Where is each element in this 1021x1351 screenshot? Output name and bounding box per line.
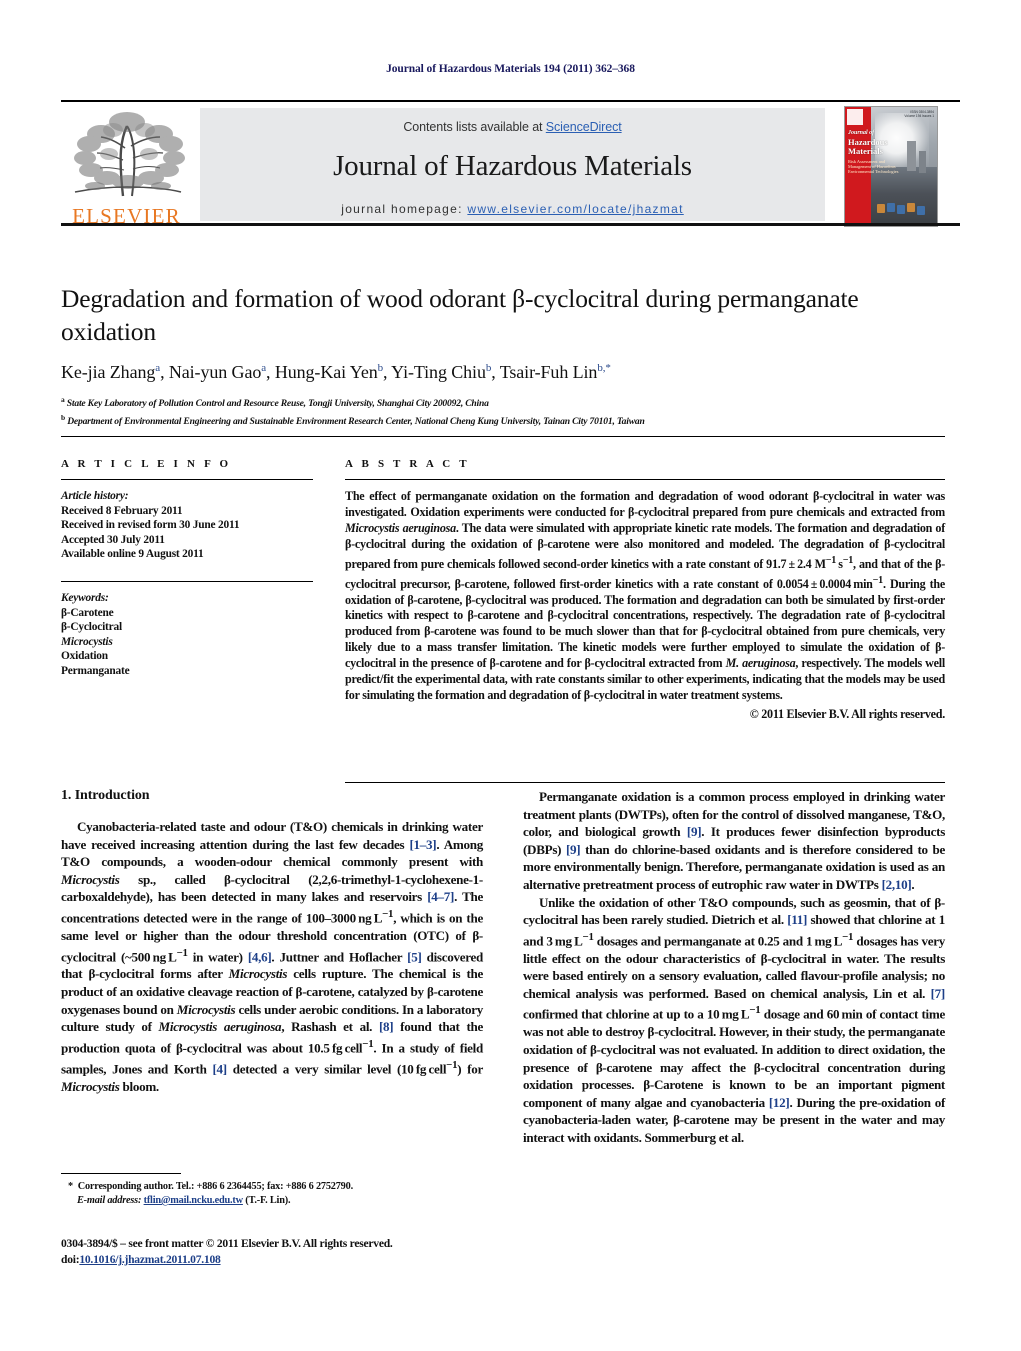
doi-label: doi:: [61, 1253, 80, 1266]
abstract-heading: A B S T R A C T: [345, 458, 470, 470]
history-item: Received 8 February 2011: [61, 504, 183, 517]
keywords-label: Keywords:: [61, 591, 109, 604]
elsevier-tree-icon: [74, 112, 185, 197]
cover-elsevier-mark-icon: [847, 109, 863, 125]
abstract-rule: [345, 479, 945, 480]
elsevier-logo: ELSEVIER: [61, 108, 192, 228]
title-section-divider: [61, 436, 945, 437]
corresponding-author-footnote: * Corresponding author. Tel.: +886 6 236…: [61, 1173, 483, 1208]
doi-link[interactable]: 10.1016/j.jhazmat.2011.07.108: [79, 1253, 220, 1266]
email-link[interactable]: tflin@mail.ncku.edu.tw: [144, 1195, 243, 1206]
article-history-label: Article history:: [61, 490, 129, 502]
footnote-text: * Corresponding author. Tel.: +886 6 236…: [61, 1180, 483, 1208]
cover-drum: [877, 204, 885, 213]
front-matter-line: 0304-3894/$ – see front matter © 2011 El…: [61, 1237, 393, 1250]
affiliation-b: b Department of Environmental Engineerin…: [61, 411, 945, 429]
affiliation-mark-a: a: [61, 395, 65, 404]
history-item: Accepted 30 July 2011: [61, 533, 165, 546]
section-heading-introduction: 1. Introduction: [61, 788, 150, 803]
running-head: Journal of Hazardous Materials 194 (2011…: [386, 63, 635, 75]
abstract-bottom-rule: [345, 782, 945, 783]
page-title: Degradation and formation of wood odoran…: [61, 284, 859, 346]
article-info-heading: A R T I C L E I N F O: [61, 458, 232, 470]
affiliation-b-text: Department of Environmental Engineering …: [67, 415, 645, 427]
front-matter-footer: 0304-3894/$ – see front matter © 2011 El…: [61, 1236, 521, 1268]
masthead-top-rule: [61, 100, 960, 102]
history-item: Received in revised form 30 June 2011: [61, 519, 240, 532]
keyword-list: Keywords: β-Carotene β-Cyclocitral Micro…: [61, 591, 313, 679]
journal-masthead: ELSEVIER Contents lists available at Sci…: [61, 100, 960, 228]
doi-line: doi:10.1016/j.jhazmat.2011.07.108: [61, 1252, 521, 1268]
affiliation-a-text: State Key Laboratory of Pollution Contro…: [66, 398, 489, 410]
sciencedirect-link[interactable]: ScienceDirect: [546, 120, 622, 134]
abstract-column: A B S T R A C T The effect of permangana…: [345, 458, 945, 722]
homepage-prefix: journal homepage:: [341, 202, 468, 216]
article-info-rule: [61, 479, 313, 480]
article-history: Article history: Received 8 February 201…: [61, 489, 313, 562]
copyright-line: © 2011 Elsevier B.V. All rights reserved…: [749, 706, 946, 721]
keywords-rule: [61, 580, 313, 582]
cover-drum: [897, 205, 905, 214]
paper-page: Journal of Hazardous Materials 194 (2011…: [0, 0, 1021, 1351]
affiliation-mark-b: b: [61, 412, 65, 422]
keyword-item: β-Cyclocitral: [61, 621, 122, 634]
body-paragraph: Cyanobacteria-related taste and odour (T…: [61, 819, 484, 1094]
keyword-item: β-Carotene: [61, 606, 114, 619]
author-list: Ke-jia Zhanga, Nai-yun Gaoa, Hung-Kai Ye…: [61, 362, 611, 382]
article-info-column: A R T I C L E I N F O Article history: R…: [61, 458, 313, 679]
journal-homepage-line: journal homepage: www.elsevier.com/locat…: [200, 202, 825, 216]
keyword-item: Oxidation: [61, 650, 108, 663]
journal-title: Journal of Hazardous Materials: [333, 150, 692, 182]
affiliation-a: a State Key Laboratory of Pollution Cont…: [61, 393, 945, 411]
body-column-right: Permanganate oxidation is a common proce…: [523, 788, 945, 1147]
affiliation-list: a State Key Laboratory of Pollution Cont…: [61, 393, 945, 428]
contents-prefix: Contents lists available at: [403, 120, 546, 134]
body-paragraph: Unlike the oxidation of other T&O compou…: [523, 894, 945, 1145]
article-title-block: Degradation and formation of wood odoran…: [61, 282, 945, 428]
cover-subtitle: Risk Assessment and Management of Hazard…: [848, 159, 899, 174]
keyword-item: Microcystis: [61, 635, 113, 648]
history-item: Available online 9 August 2011: [61, 548, 204, 561]
footnote-rule: [61, 1173, 181, 1174]
body-paragraph: Permanganate oxidation is a common proce…: [523, 789, 945, 892]
contents-available-line: Contents lists available at ScienceDirec…: [200, 120, 825, 134]
corresponding-author-line: * Corresponding author. Tel.: +886 6 236…: [68, 1181, 353, 1192]
email-suffix: (T.-F. Lin).: [245, 1195, 291, 1206]
sciencedirect-band: Contents lists available at ScienceDirec…: [200, 108, 825, 221]
cover-issue-info: ISSN 0304-3894 Volume 194 Issues 1: [904, 110, 934, 118]
body-column-left: 1. Introduction Cyanobacteria-related ta…: [61, 788, 483, 1095]
cover-drum: [887, 203, 895, 212]
journal-homepage-link[interactable]: www.elsevier.com/locate/jhazmat: [467, 202, 683, 216]
cover-title-line3: Materials: [848, 146, 883, 156]
keyword-item: Permanganate: [61, 664, 130, 677]
cover-drum: [917, 206, 925, 215]
cover-title: Journal of Hazardous Materials: [848, 129, 922, 156]
masthead-bottom-rule: [61, 223, 960, 226]
abstract-text: The effect of permanganate oxidation on …: [345, 489, 945, 702]
journal-cover-thumbnail: Journal of Hazardous Materials Risk Asse…: [844, 106, 938, 227]
email-label: E-mail address:: [77, 1195, 142, 1206]
cover-drum: [907, 203, 915, 212]
cover-industrial-plant: [871, 167, 937, 226]
